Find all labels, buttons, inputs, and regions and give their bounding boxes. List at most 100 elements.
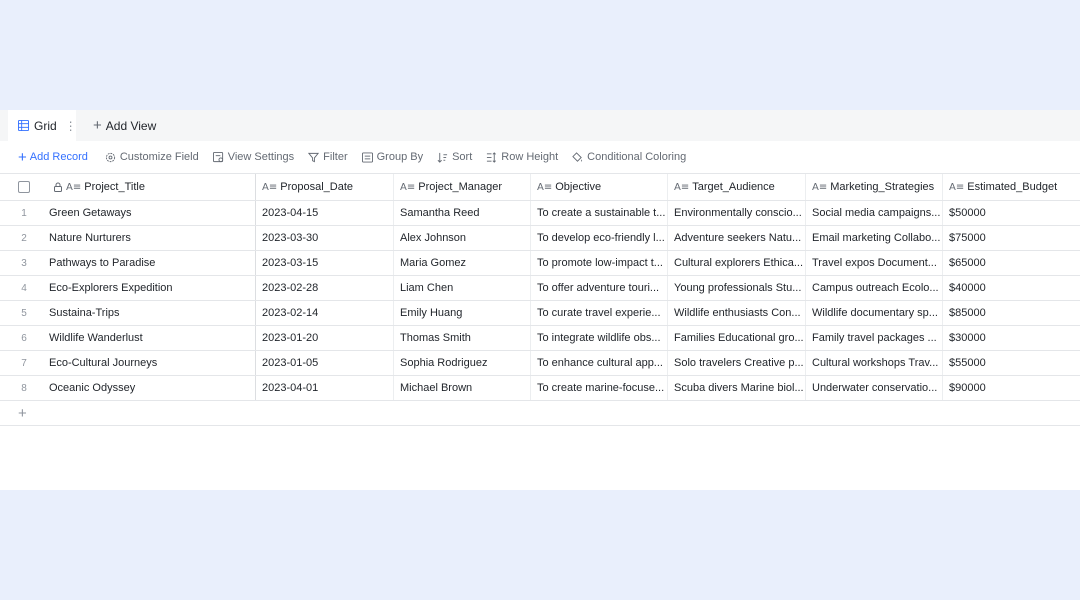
plus-icon: + bbox=[93, 117, 102, 134]
filter-button[interactable]: Filter bbox=[308, 151, 348, 163]
cell-project-manager[interactable]: Thomas Smith bbox=[394, 326, 531, 350]
view-settings-button[interactable]: View Settings bbox=[212, 151, 294, 163]
cell-marketing-strategies[interactable]: Underwater conservatio... bbox=[806, 376, 943, 400]
cell-project-manager[interactable]: Alex Johnson bbox=[394, 226, 531, 250]
cell-project-title[interactable]: Green Getaways bbox=[48, 201, 256, 225]
filter-icon bbox=[308, 152, 320, 162]
cell-objective[interactable]: To promote low-impact t... bbox=[531, 251, 668, 275]
more-options-icon[interactable]: ⋮ bbox=[65, 119, 77, 133]
cell-project-title[interactable]: Wildlife Wanderlust bbox=[48, 326, 256, 350]
column-header-objective[interactable]: A≡ Objective bbox=[531, 174, 668, 200]
cell-marketing-strategies[interactable]: Travel expos Document... bbox=[806, 251, 943, 275]
table-row[interactable]: 3 Pathways to Paradise 2023-03-15 Maria … bbox=[0, 251, 1080, 276]
column-header-marketing-strategies[interactable]: A≡ Marketing_Strategies bbox=[806, 174, 943, 200]
cell-project-title[interactable]: Pathways to Paradise bbox=[48, 251, 256, 275]
cell-estimated-budget[interactable]: $65000 bbox=[943, 251, 1080, 275]
table-row[interactable]: 2 Nature Nurturers 2023-03-30 Alex Johns… bbox=[0, 226, 1080, 251]
row-index: 1 bbox=[21, 207, 27, 219]
cell-project-title[interactable]: Eco-Explorers Expedition bbox=[48, 276, 256, 300]
add-row-button[interactable]: + bbox=[18, 406, 27, 421]
cell-project-manager[interactable]: Michael Brown bbox=[394, 376, 531, 400]
select-all-cell[interactable] bbox=[0, 174, 48, 200]
toolbar: + Add Record Customize Field View Settin… bbox=[0, 141, 1080, 173]
cell-project-title[interactable]: Eco-Cultural Journeys bbox=[48, 351, 256, 375]
cell-target-audience[interactable]: Adventure seekers Natu... bbox=[668, 226, 806, 250]
cell-project-manager[interactable]: Emily Huang bbox=[394, 301, 531, 325]
tab-grid[interactable]: Grid ⋮ bbox=[8, 110, 77, 141]
cell-proposal-date[interactable]: 2023-01-05 bbox=[256, 351, 394, 375]
add-view-label: Add View bbox=[105, 118, 157, 133]
cell-target-audience[interactable]: Families Educational gro... bbox=[668, 326, 806, 350]
cell-objective[interactable]: To integrate wildlife obs... bbox=[531, 326, 668, 350]
cell-estimated-budget[interactable]: $40000 bbox=[943, 276, 1080, 300]
settings-icon bbox=[212, 151, 223, 162]
cell-proposal-date[interactable]: 2023-02-14 bbox=[256, 301, 394, 325]
row-height-label: Row Height bbox=[501, 151, 559, 163]
table-row[interactable]: 7 Eco-Cultural Journeys 2023-01-05 Sophi… bbox=[0, 351, 1080, 376]
sort-button[interactable]: Sort bbox=[437, 151, 472, 163]
cell-project-manager[interactable]: Maria Gomez bbox=[394, 251, 531, 275]
cell-marketing-strategies[interactable]: Cultural workshops Trav... bbox=[806, 351, 943, 375]
view-tabs-bar: Grid ⋮ + Add View bbox=[0, 110, 1080, 141]
select-all-checkbox[interactable] bbox=[18, 181, 30, 193]
table-row[interactable]: 4 Eco-Explorers Expedition 2023-02-28 Li… bbox=[0, 276, 1080, 301]
cell-project-manager[interactable]: Samantha Reed bbox=[394, 201, 531, 225]
column-header-project-title[interactable]: A≡ Project_Title bbox=[48, 174, 256, 200]
column-header-label: Proposal_Date bbox=[280, 181, 354, 193]
cell-estimated-budget[interactable]: $90000 bbox=[943, 376, 1080, 400]
column-header-target-audience[interactable]: A≡ Target_Audience bbox=[668, 174, 806, 200]
cell-target-audience[interactable]: Wildlife enthusiasts Con... bbox=[668, 301, 806, 325]
cell-target-audience[interactable]: Young professionals Stu... bbox=[668, 276, 806, 300]
cell-proposal-date[interactable]: 2023-04-15 bbox=[256, 201, 394, 225]
text-field-icon: A≡ bbox=[949, 181, 965, 193]
cell-target-audience[interactable]: Solo travelers Creative p... bbox=[668, 351, 806, 375]
cell-project-title[interactable]: Sustaina-Trips bbox=[48, 301, 256, 325]
cell-marketing-strategies[interactable]: Wildlife documentary sp... bbox=[806, 301, 943, 325]
cell-project-title[interactable]: Nature Nurturers bbox=[48, 226, 256, 250]
column-header-proposal-date[interactable]: A≡ Proposal_Date bbox=[256, 174, 394, 200]
cell-target-audience[interactable]: Environmentally conscio... bbox=[668, 201, 806, 225]
cell-proposal-date[interactable]: 2023-01-20 bbox=[256, 326, 394, 350]
cell-marketing-strategies[interactable]: Email marketing Collabo... bbox=[806, 226, 943, 250]
cell-estimated-budget[interactable]: $50000 bbox=[943, 201, 1080, 225]
column-header-estimated-budget[interactable]: A≡ Estimated_Budget bbox=[943, 174, 1080, 200]
cell-marketing-strategies[interactable]: Family travel packages ... bbox=[806, 326, 943, 350]
cell-proposal-date[interactable]: 2023-03-15 bbox=[256, 251, 394, 275]
cell-objective[interactable]: To create a sustainable t... bbox=[531, 201, 668, 225]
cell-estimated-budget[interactable]: $85000 bbox=[943, 301, 1080, 325]
add-record-button[interactable]: + Add Record bbox=[18, 150, 88, 165]
cell-objective[interactable]: To curate travel experie... bbox=[531, 301, 668, 325]
text-field-icon: A≡ bbox=[812, 181, 828, 193]
row-index: 6 bbox=[21, 332, 27, 344]
cell-objective[interactable]: To enhance cultural app... bbox=[531, 351, 668, 375]
cell-project-title[interactable]: Oceanic Odyssey bbox=[48, 376, 256, 400]
table-row[interactable]: 6 Wildlife Wanderlust 2023-01-20 Thomas … bbox=[0, 326, 1080, 351]
sort-label: Sort bbox=[452, 151, 473, 163]
cell-proposal-date[interactable]: 2023-04-01 bbox=[256, 376, 394, 400]
cell-objective[interactable]: To create marine-focuse... bbox=[531, 376, 668, 400]
customize-field-button[interactable]: Customize Field bbox=[105, 151, 199, 163]
row-height-button[interactable]: Row Height bbox=[486, 151, 558, 163]
cell-target-audience[interactable]: Cultural explorers Ethica... bbox=[668, 251, 806, 275]
cell-estimated-budget[interactable]: $75000 bbox=[943, 226, 1080, 250]
cell-marketing-strategies[interactable]: Campus outreach Ecolo... bbox=[806, 276, 943, 300]
column-header-project-manager[interactable]: A≡ Project_Manager bbox=[394, 174, 531, 200]
add-view-button[interactable]: + Add View bbox=[93, 110, 156, 141]
table-row[interactable]: 8 Oceanic Odyssey 2023-04-01 Michael Bro… bbox=[0, 376, 1080, 401]
conditional-coloring-button[interactable]: Conditional Coloring bbox=[572, 151, 686, 163]
cell-proposal-date[interactable]: 2023-03-30 bbox=[256, 226, 394, 250]
table-row[interactable]: 5 Sustaina-Trips 2023-02-14 Emily Huang … bbox=[0, 301, 1080, 326]
cell-project-manager[interactable]: Liam Chen bbox=[394, 276, 531, 300]
cell-objective[interactable]: To offer adventure touri... bbox=[531, 276, 668, 300]
cell-estimated-budget[interactable]: $30000 bbox=[943, 326, 1080, 350]
text-field-icon: A≡ bbox=[674, 181, 690, 193]
cell-objective[interactable]: To develop eco-friendly l... bbox=[531, 226, 668, 250]
cell-project-manager[interactable]: Sophia Rodriguez bbox=[394, 351, 531, 375]
customize-field-label: Customize Field bbox=[119, 151, 199, 163]
cell-target-audience[interactable]: Scuba divers Marine biol... bbox=[668, 376, 806, 400]
cell-proposal-date[interactable]: 2023-02-28 bbox=[256, 276, 394, 300]
group-by-button[interactable]: Group By bbox=[361, 151, 423, 163]
cell-estimated-budget[interactable]: $55000 bbox=[943, 351, 1080, 375]
cell-marketing-strategies[interactable]: Social media campaigns... bbox=[806, 201, 943, 225]
table-row[interactable]: 1 Green Getaways 2023-04-15 Samantha Ree… bbox=[0, 201, 1080, 226]
